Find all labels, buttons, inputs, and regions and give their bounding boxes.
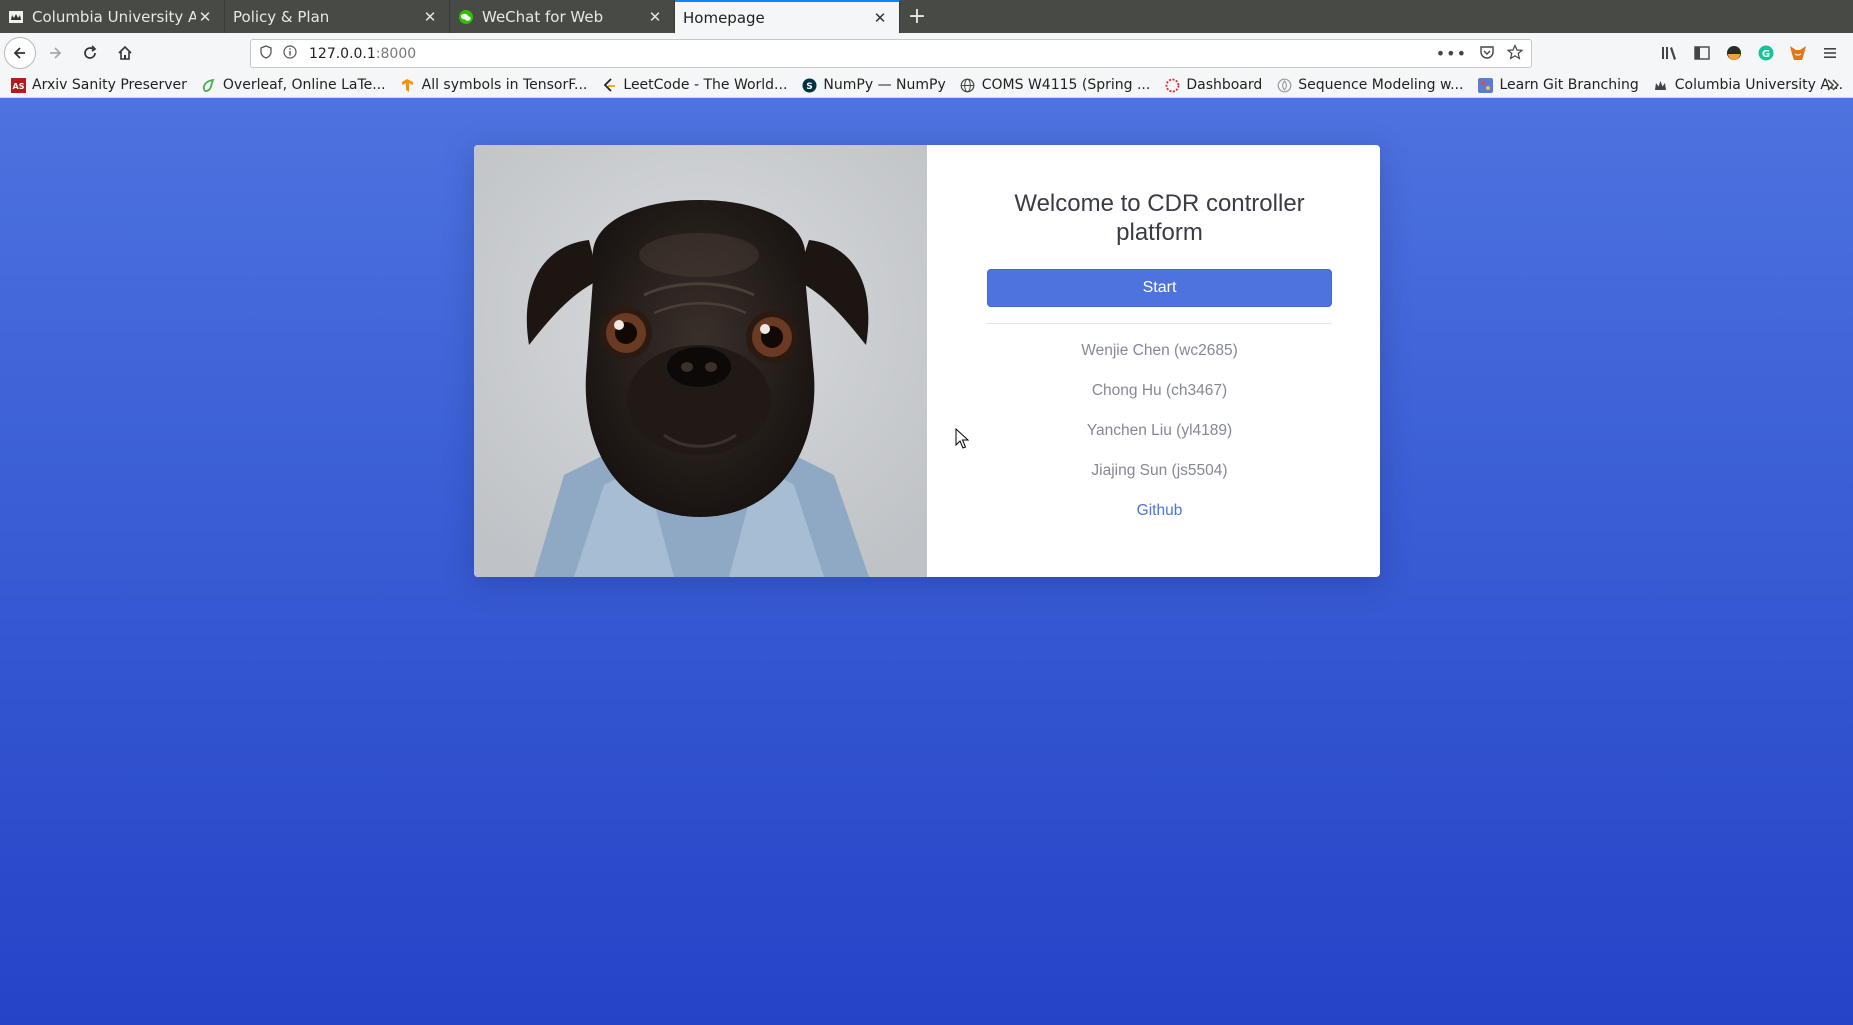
mouse-cursor-icon [955,428,969,449]
page-viewport: Welcome to CDR controller platform Start… [0,98,1853,1025]
team-member: Yanchen Liu (yl4189) [1086,422,1233,439]
bookmark-label: Overleaf, Online LaTe... [222,77,386,93]
info-icon[interactable] [283,44,297,63]
back-button[interactable] [4,37,36,69]
tab-strip: Columbia University Auth ✕ Policy & Plan… [0,0,1853,33]
tab-homepage[interactable]: Homepage ✕ [675,0,900,33]
tab-title: Homepage [683,8,765,27]
arxiv-icon: AS [10,77,26,93]
forward-button[interactable] [39,37,71,69]
home-icon [118,45,132,60]
arrow-left-icon [13,47,25,59]
bookmark-label: All symbols in TensorF... [421,77,588,93]
svg-text:AS: AS [12,82,24,91]
svg-text:S: S [806,82,812,92]
bookmark-coms[interactable]: COMS W4115 (Spring ... [960,77,1151,93]
tensorflow-icon [400,77,416,93]
toolbar-right: G [1659,37,1853,69]
shield-icon[interactable] [259,44,273,63]
page-title: Welcome to CDR controller platform [1014,190,1305,246]
globe-icon [960,77,976,93]
pug-photo [474,145,927,577]
bookmark-label: LeetCode - The World... [623,77,788,93]
close-icon[interactable]: ✕ [421,8,439,26]
tab-policy[interactable]: Policy & Plan ✕ [225,0,450,33]
tab-title: Columbia University Auth [32,7,196,26]
nav-toolbar: 127.0.0.1:8000 ••• G [0,33,1853,73]
columbia-crown-icon [8,9,24,25]
bookmark-label: COMS W4115 (Spring ... [981,77,1151,93]
tab-title: Policy & Plan [233,7,330,26]
bookmark-columbia[interactable]: Columbia University A... [1653,77,1843,93]
close-icon[interactable]: ✕ [871,9,889,27]
tab-columbia[interactable]: Columbia University Auth ✕ [0,0,225,33]
more-actions-icon[interactable]: ••• [1436,44,1467,63]
welcome-card: Welcome to CDR controller platform Start… [474,145,1380,577]
url-host: 127.0.0.1 [309,45,376,62]
reload-button[interactable] [74,37,106,69]
url-bar[interactable]: 127.0.0.1:8000 ••• [250,39,1532,68]
extension-cookie-icon[interactable] [1723,42,1745,64]
git-icon [1477,77,1493,93]
bookmark-git[interactable]: Learn Git Branching [1477,77,1639,93]
bookmark-tensorflow[interactable]: All symbols in TensorF... [400,77,588,93]
github-link[interactable]: Github [1137,500,1183,522]
metamask-fox-icon[interactable] [1787,42,1809,64]
bookmark-label: Columbia University A... [1674,77,1844,93]
bookmark-label: Sequence Modeling w... [1298,77,1464,93]
divider [987,323,1332,324]
arrow-right-icon [50,47,62,59]
svg-text:G: G [1762,49,1770,60]
sidebar-icon[interactable] [1691,42,1713,64]
url-port: :8000 [375,45,417,62]
close-icon[interactable]: ✕ [196,8,214,26]
bookmark-label: Learn Git Branching [1499,77,1639,93]
team-member: Jiajing Sun (js5504) [1091,462,1228,479]
close-icon[interactable]: ✕ [646,8,664,26]
home-button[interactable] [109,37,141,69]
bookmarks-bar: AS Arxiv Sanity Preserver Overleaf, Onli… [0,73,1853,98]
bookmark-label: Dashboard [1186,77,1263,93]
bookmark-numpy[interactable]: S NumPy — NumPy [801,77,946,93]
bookmark-arxiv[interactable]: AS Arxiv Sanity Preserver [10,77,187,93]
team-member: Chong Hu (ch3467) [1091,382,1228,399]
pocket-icon[interactable] [1479,44,1495,64]
team-member: Wenjie Chen (wc2685) [1081,342,1238,359]
bookmark-label: Arxiv Sanity Preserver [32,77,187,93]
plus-icon: + [907,4,927,29]
bookmark-dashboard[interactable]: Dashboard [1164,77,1262,93]
chevron-double-right-icon [1827,79,1840,91]
start-button[interactable]: Start [987,269,1332,307]
numpy-icon: S [801,77,817,93]
bookmark-sequence[interactable]: Sequence Modeling w... [1276,77,1463,93]
overleaf-icon [201,77,217,93]
menu-icon[interactable] [1819,42,1841,64]
new-tab-button[interactable]: + [900,0,934,33]
sequence-icon [1276,77,1292,93]
leetcode-icon [601,77,617,93]
tab-title: WeChat for Web [482,7,604,26]
wechat-icon [458,9,474,25]
tab-wechat[interactable]: WeChat for Web ✕ [450,0,675,33]
dashboard-icon [1164,77,1180,93]
grammarly-icon[interactable]: G [1755,42,1777,64]
bookmark-label: NumPy — NumPy [823,77,946,93]
bookmark-leetcode[interactable]: LeetCode - The World... [601,77,787,93]
card-body: Welcome to CDR controller platform Start… [927,145,1380,577]
reload-icon [84,45,97,59]
bookmarks-overflow-button[interactable] [1823,76,1843,94]
library-icon[interactable] [1659,42,1681,64]
columbia-crown-icon [1653,77,1669,93]
bookmark-overleaf[interactable]: Overleaf, Online LaTe... [201,77,386,93]
star-icon[interactable] [1506,43,1524,64]
